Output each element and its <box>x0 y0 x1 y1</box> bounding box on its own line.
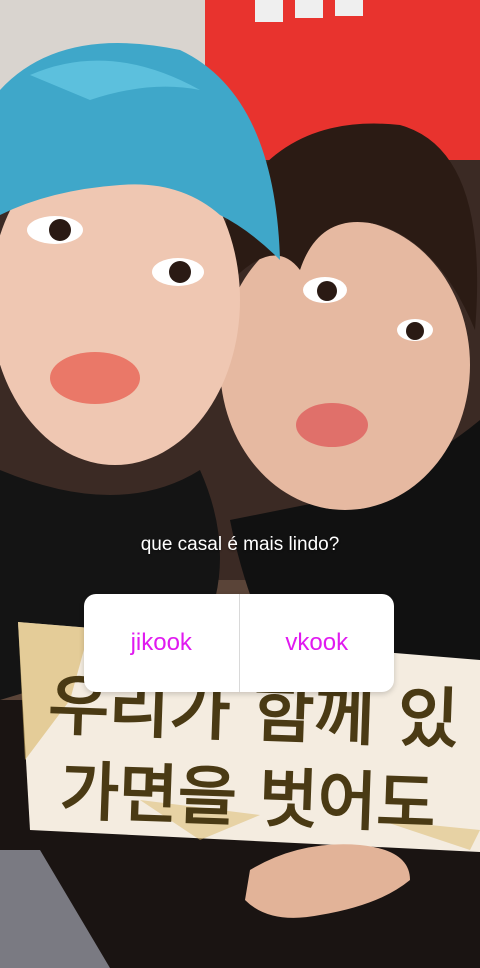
face-right <box>220 220 470 510</box>
banner-line-2: 가면을 벗어도 <box>59 755 437 842</box>
lips-right <box>296 403 368 447</box>
lips-left <box>50 352 140 404</box>
poll-option-vkook[interactable]: vkook <box>240 594 395 692</box>
story-photo: 우리가 함께 있 가면을 벗어도 <box>0 0 480 968</box>
poll-option-jikook[interactable]: jikook <box>84 594 239 692</box>
poll-question: que casal é mais lindo? <box>140 534 340 555</box>
poll-sticker: jikook vkook <box>84 594 394 692</box>
